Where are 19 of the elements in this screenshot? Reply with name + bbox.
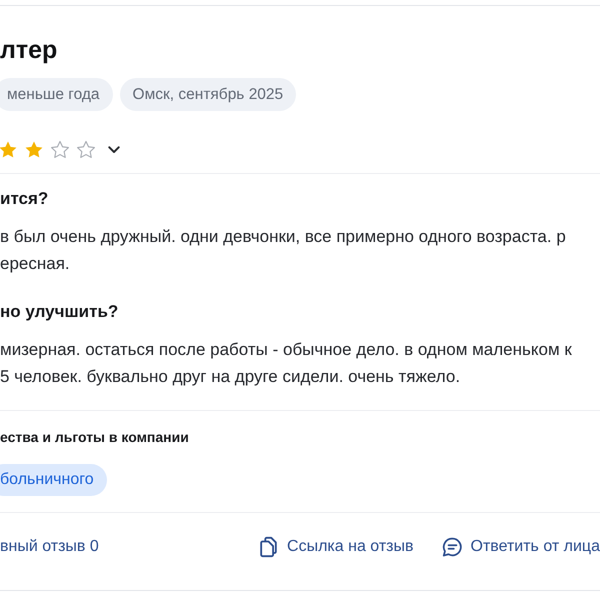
star-icon xyxy=(24,140,44,160)
helpful-button[interactable]: вный отзыв 0 xyxy=(0,535,99,559)
star-icon xyxy=(0,140,18,160)
copy-link-button[interactable]: Ссылка на отзыв xyxy=(258,535,414,559)
answer-text: в был очень дружный. одни девчонки, все примерно одного возраста. р ересная. xyxy=(0,226,566,275)
review-tag: меньше года xyxy=(0,78,113,111)
copy-icon xyxy=(258,536,280,558)
answer-text: мизерная. остаться после работы - обычное дело. в одном маленьком к 5 человек. буквально друг на друге сидели. очень тяжело. xyxy=(0,339,572,388)
benefits-heading: ества и льготы в компании xyxy=(0,428,189,447)
reply-button[interactable]: Ответить от лица xyxy=(442,535,600,559)
star-outline-icon xyxy=(76,140,96,160)
review-tag: Омск, сентябрь 2025 xyxy=(120,78,296,111)
chevron-down-icon[interactable] xyxy=(108,146,120,154)
question-heading: ится? xyxy=(0,188,48,210)
review-title: лтер xyxy=(0,35,58,66)
benefit-tag: больничного xyxy=(0,464,107,496)
star-outline-icon xyxy=(50,140,70,160)
chat-bubble-icon xyxy=(442,536,462,558)
question-heading: но улучшить? xyxy=(0,301,118,323)
